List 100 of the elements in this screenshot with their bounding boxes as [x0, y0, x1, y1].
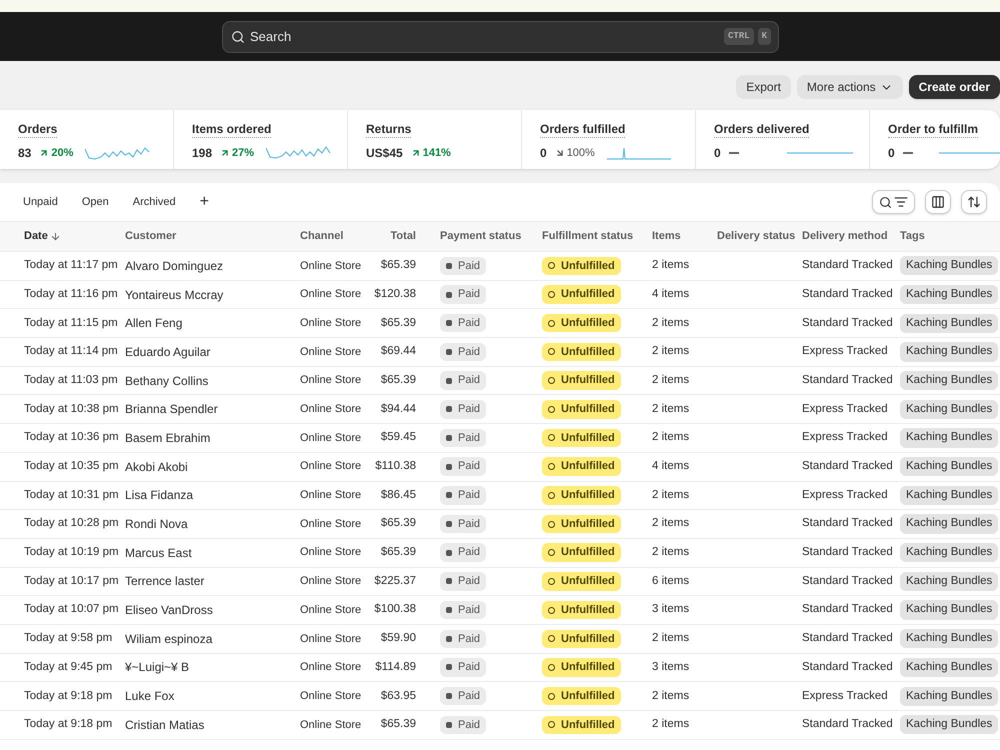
order-total: $65.39: [380, 372, 416, 388]
order-date: Today at 10:17 pm: [24, 574, 119, 589]
column-header[interactable]: Customer: [125, 228, 176, 245]
delivery-method: Standard Tracked: [802, 286, 893, 302]
column-header[interactable]: Items: [652, 228, 681, 245]
column-header[interactable]: Tags: [900, 228, 925, 245]
customer-name: Yontaireus Mccray: [125, 286, 224, 304]
order-total: $86.45: [380, 488, 416, 503]
customer-name: Eliseo VanDross: [125, 602, 213, 620]
search-filter-button[interactable]: [872, 190, 915, 214]
trend-down: 100%: [566, 146, 595, 161]
customer-name: Allen Feng: [125, 315, 182, 332]
order-date: Today at 10:38 pm: [24, 402, 119, 417]
item-count: 2 items: [652, 258, 690, 274]
metric-value: 198: [192, 145, 212, 162]
fulfillment-badge: Unfulfilled: [542, 716, 621, 734]
item-count: 2 items: [652, 516, 690, 532]
export-button[interactable]: Export: [736, 75, 791, 99]
payment-badge: Paid: [440, 686, 486, 706]
channel-name: Online Store: [300, 316, 362, 331]
fulfillment-badge: Unfulfilled: [542, 285, 621, 304]
channel-name: Online Store: [300, 459, 362, 474]
customer-name: Basem Ebrahim: [125, 430, 210, 447]
metric-label[interactable]: Returns: [366, 122, 412, 138]
column-header[interactable]: Date: [24, 228, 48, 245]
order-date: Today at 11:17 pm: [24, 258, 118, 274]
metric-label[interactable]: Order to fulfillm: [888, 122, 978, 138]
customer-name: Cristian Matias: [125, 716, 204, 734]
column-header[interactable]: Fulfillment status: [542, 228, 634, 245]
fulfillment-badge: Unfulfilled: [542, 686, 621, 706]
sort-arrow-icon: [50, 231, 61, 242]
channel-name: Online Store: [300, 488, 362, 504]
channel-name: Online Store: [300, 258, 362, 274]
payment-badge: Paid: [440, 572, 486, 591]
sparkline: [786, 152, 853, 154]
fulfillment-badge: Unfulfilled: [542, 342, 621, 362]
channel-name: Online Store: [300, 373, 362, 388]
customer-name: Terrence laster: [125, 573, 204, 590]
fulfillment-badge: Unfulfilled: [542, 314, 621, 332]
delivery-method: Express Tracked: [802, 402, 888, 417]
columns-icon: [931, 195, 945, 209]
item-count: 2 items: [652, 402, 690, 417]
metric-label[interactable]: Items ordered: [192, 122, 272, 138]
metric-label[interactable]: Orders delivered: [714, 122, 810, 138]
column-header[interactable]: Channel: [300, 228, 344, 245]
metric-label[interactable]: Orders fulfilled: [540, 122, 626, 138]
metric-label[interactable]: Orders: [18, 122, 58, 138]
trend-up: 27%: [232, 146, 254, 161]
delivery-method: Standard Tracked: [802, 316, 893, 331]
sort-button[interactable]: [961, 190, 987, 214]
payment-badge: Paid: [440, 428, 486, 448]
filter-tab[interactable]: Unpaid: [13, 190, 68, 214]
item-count: 4 items: [652, 459, 690, 474]
filter-tab[interactable]: Open: [72, 190, 119, 214]
tag-badge: Kaching Bundles: [900, 600, 998, 620]
delivery-method: Express Tracked: [802, 430, 888, 446]
delivery-method: Standard Tracked: [802, 717, 893, 732]
order-total: $225.37: [374, 574, 416, 589]
metric-value: 83: [18, 145, 32, 162]
delivery-method: Standard Tracked: [802, 545, 893, 560]
channel-name: Online Store: [300, 574, 362, 590]
tag-badge: Kaching Bundles: [900, 370, 998, 390]
filter-tab[interactable]: Archived: [122, 190, 186, 214]
order-total: $94.44: [380, 402, 416, 417]
tag-badge: Kaching Bundles: [900, 256, 998, 276]
payment-badge: Paid: [440, 256, 486, 276]
column-header[interactable]: Delivery method: [802, 228, 888, 245]
channel-name: Online Store: [300, 632, 362, 647]
order-date: Today at 10:31 pm: [24, 488, 119, 503]
sparkline: [938, 152, 1000, 154]
delivery-method: Express Tracked: [802, 488, 888, 503]
order-date: Today at 10:19 pm: [24, 545, 119, 560]
more-actions-button[interactable]: More actions: [796, 75, 903, 99]
trend-up: 20%: [51, 146, 74, 161]
order-date: Today at 10:28 pm: [24, 516, 119, 532]
tag-badge: Kaching Bundles: [900, 284, 998, 304]
order-date: Today at 11:16 pm: [24, 286, 118, 302]
customer-name: Rondi Nova: [125, 516, 188, 534]
column-header[interactable]: Total: [390, 228, 416, 245]
column-header[interactable]: Delivery status: [717, 228, 796, 245]
payment-badge: Paid: [440, 457, 486, 476]
payment-badge: Paid: [440, 658, 486, 677]
tag-badge: Kaching Bundles: [900, 686, 998, 706]
create-order-button[interactable]: Create order: [908, 75, 1000, 99]
channel-name: Online Store: [300, 660, 362, 676]
order-total: $59.45: [380, 430, 416, 446]
filter-tab[interactable]: +: [190, 190, 219, 214]
fulfillment-badge: Unfulfilled: [542, 400, 621, 419]
tag-badge: Kaching Bundles: [900, 715, 998, 734]
order-date: Today at 11:14 pm: [24, 344, 118, 360]
column-header[interactable]: Payment status: [440, 228, 522, 245]
order-date: Today at 10:36 pm: [24, 430, 119, 446]
columns-button[interactable]: [925, 190, 951, 214]
order-total: $65.39: [380, 545, 416, 560]
order-date: Today at 9:18 pm: [24, 688, 112, 704]
tag-badge: Kaching Bundles: [900, 658, 998, 678]
channel-name: Online Store: [300, 602, 362, 618]
order-date: Today at 11:15 pm: [24, 316, 118, 331]
order-total: $114.89: [375, 660, 416, 675]
order-total: $100.38: [374, 602, 416, 618]
